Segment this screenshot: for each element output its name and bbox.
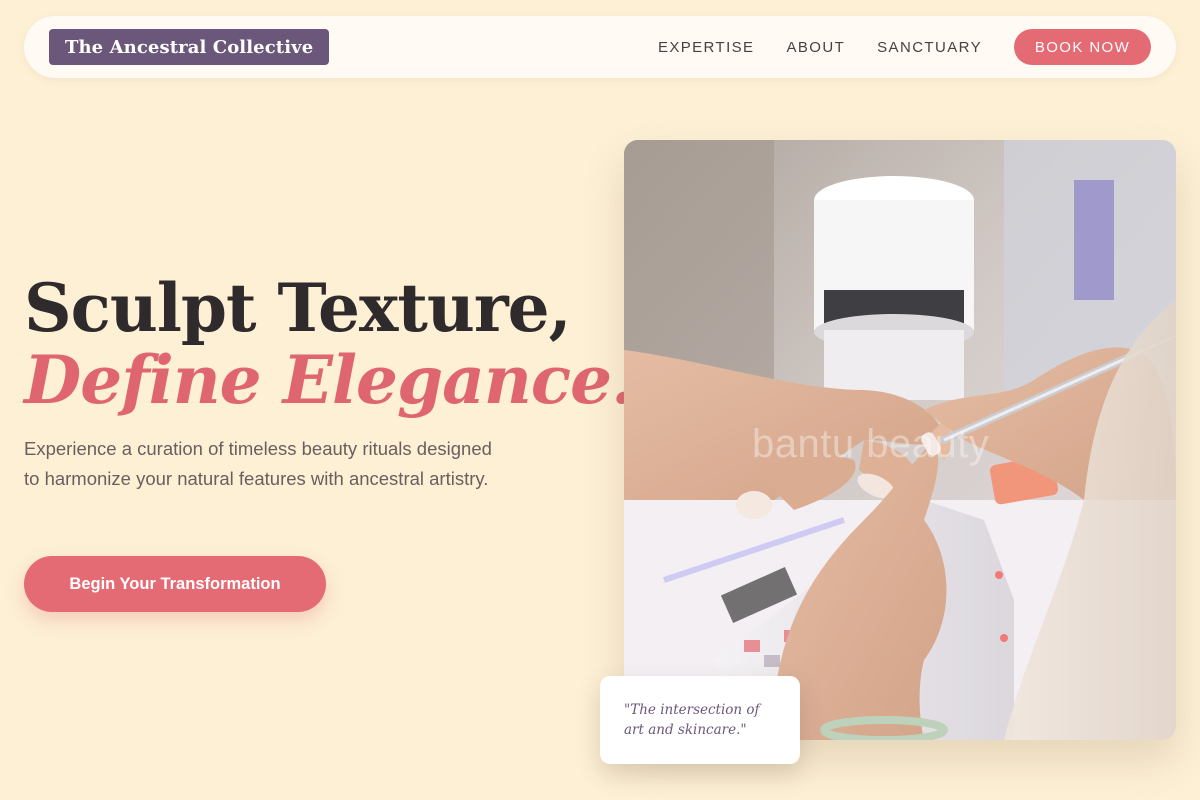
- hero-subcopy: Experience a curation of timeless beauty…: [24, 438, 492, 489]
- nav-link-expertise[interactable]: EXPERTISE: [658, 39, 755, 56]
- image-watermark: bantu beauty: [752, 422, 990, 466]
- quote-card: "The intersection of art and skincare.": [600, 676, 800, 764]
- quote-text: "The intersection of art and skincare.": [624, 702, 760, 738]
- hero-headline-line-2: Define Elegance.: [24, 341, 634, 419]
- brand-logo[interactable]: The Ancestral Collective: [49, 29, 330, 65]
- nav-link-sanctuary[interactable]: SANCTUARY: [877, 39, 982, 56]
- hero-headline-line-1: Sculpt Texture,: [24, 269, 572, 347]
- nav-links: EXPERTISE ABOUT SANCTUARY BOOK NOW: [658, 29, 1151, 65]
- top-navigation: The Ancestral Collective EXPERTISE ABOUT…: [24, 16, 1176, 78]
- book-now-button[interactable]: BOOK NOW: [1014, 29, 1151, 65]
- nav-link-about[interactable]: ABOUT: [786, 39, 845, 56]
- begin-transformation-button[interactable]: Begin Your Transformation: [24, 556, 326, 612]
